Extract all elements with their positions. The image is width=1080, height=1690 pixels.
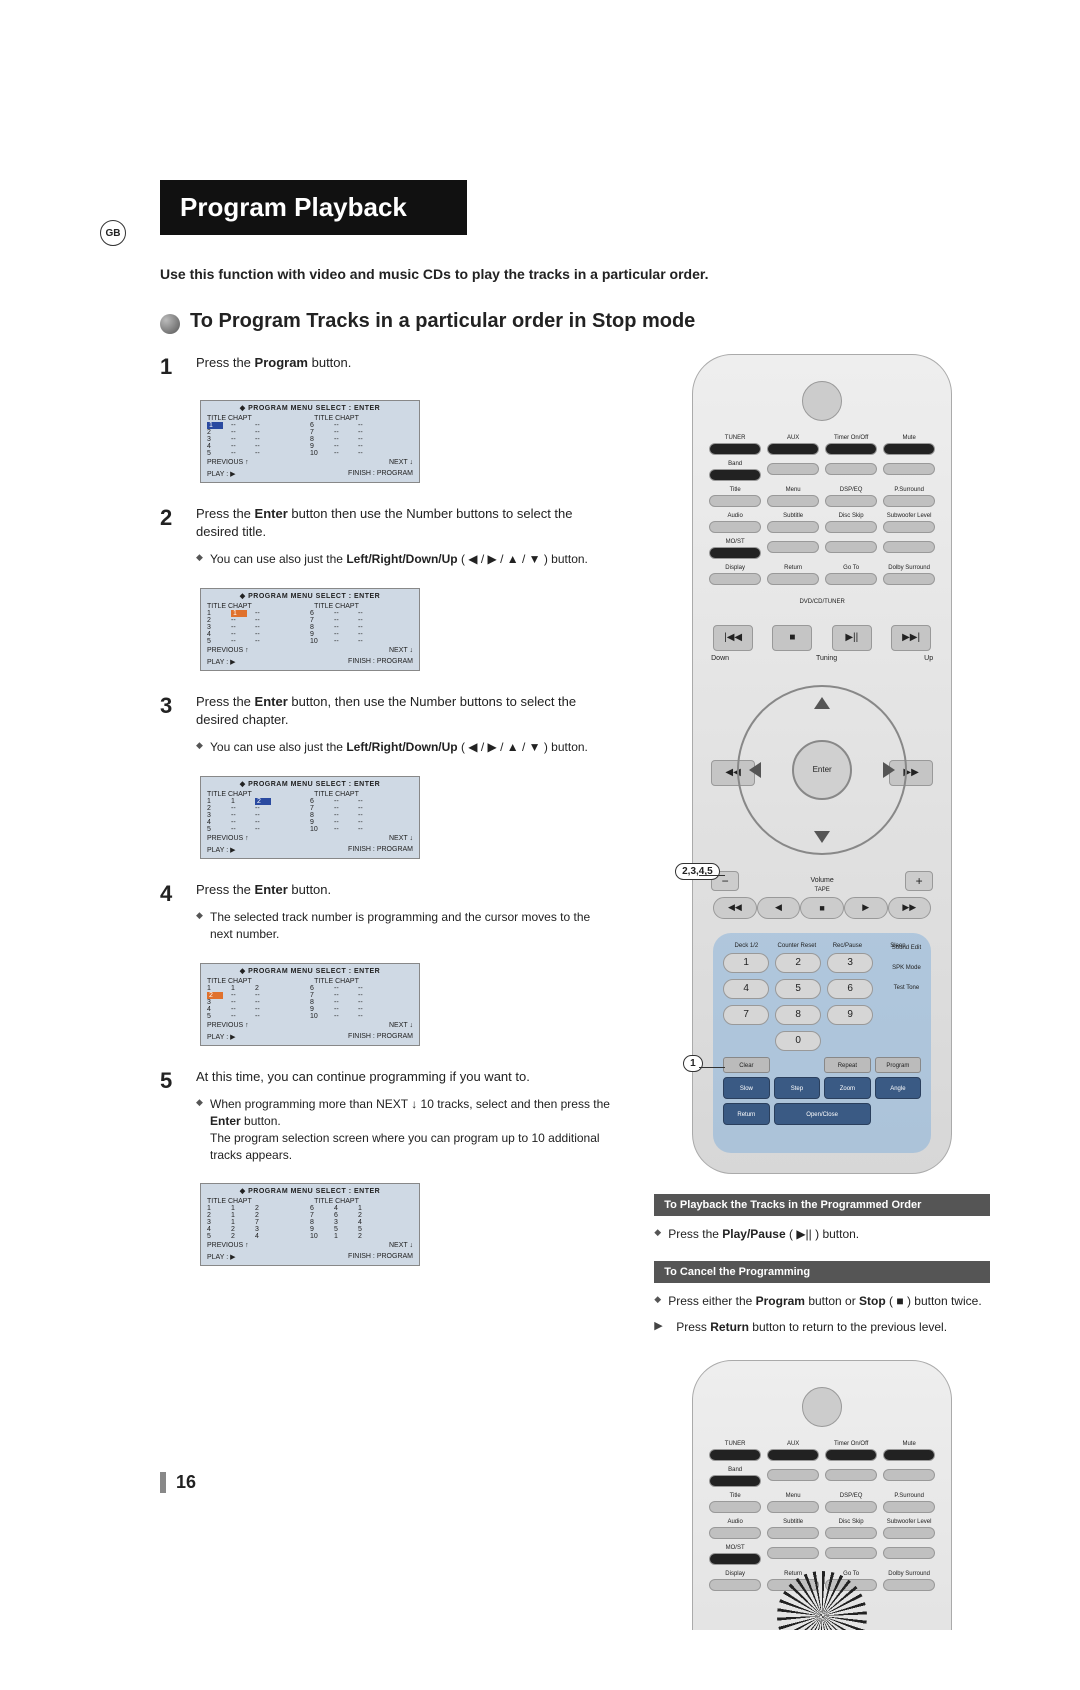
remote-button: Go To bbox=[825, 565, 877, 585]
remote-button: Disc Skip bbox=[825, 1519, 877, 1539]
remote-button: Return bbox=[767, 565, 819, 585]
steps-column: 1Press the Program button. ◆ PROGRAM MENU… bbox=[160, 354, 614, 1630]
remote-button: Menu bbox=[767, 1493, 819, 1513]
remote-button: Mute bbox=[883, 1441, 935, 1461]
remote-button bbox=[767, 539, 819, 559]
numpad-area: Deck 1/2Counter ResetRec/PauseSleep12345… bbox=[713, 933, 931, 1153]
power-button-icon bbox=[802, 381, 842, 421]
manual-page: GB Program Playback Use this function wi… bbox=[0, 0, 1080, 1690]
remote-button bbox=[883, 539, 935, 559]
return-instruction: Press Return button to return to the pre… bbox=[654, 1319, 990, 1336]
remote-button bbox=[883, 1467, 935, 1487]
callout-1: 1 bbox=[683, 1055, 703, 1072]
up-icon bbox=[814, 697, 830, 709]
section-heading: To Program Tracks in a particular order … bbox=[160, 310, 990, 334]
enter-button: Enter bbox=[792, 740, 852, 800]
page-number: 16 bbox=[160, 1472, 196, 1493]
step-5: 5At this time, you can continue programm… bbox=[160, 1068, 614, 1163]
remote-button bbox=[825, 461, 877, 481]
remote-button bbox=[767, 461, 819, 481]
callout-2: 2,3,4,5 bbox=[675, 863, 720, 880]
bullet-icon bbox=[160, 314, 180, 334]
step-4: 4Press the Enter button.The selected tra… bbox=[160, 881, 614, 943]
remote-button: Dolby Surround bbox=[883, 1571, 935, 1591]
remote-button: AUX bbox=[767, 1441, 819, 1461]
remote-button: Subtitle bbox=[767, 513, 819, 533]
remote-button bbox=[767, 1467, 819, 1487]
remote-button: MO/ST bbox=[709, 1545, 761, 1565]
remote-button: Subwoofer Level bbox=[883, 1519, 935, 1539]
program-menu-screenshot: ◆ PROGRAM MENU SELECT : ENTERTITLE CHAPT… bbox=[200, 588, 420, 671]
program-menu-screenshot: ◆ PROGRAM MENU SELECT : ENTERTITLE CHAPT… bbox=[200, 400, 420, 483]
remote-button: TUNER bbox=[709, 1441, 761, 1461]
remote-button: Disc Skip bbox=[825, 513, 877, 533]
step-1: 1Press the Program button. bbox=[160, 354, 614, 380]
remote-button bbox=[825, 539, 877, 559]
remote-button bbox=[825, 1545, 877, 1565]
left-icon bbox=[749, 762, 761, 778]
remote-button: MO/ST bbox=[709, 539, 761, 559]
remote-illustration: TUNER AUX Timer On/Off Mute Band Title Menu DSP… bbox=[692, 354, 952, 1174]
remote-button: Band bbox=[709, 1467, 761, 1487]
remote-button: Timer On/Off bbox=[825, 1441, 877, 1461]
remote-button bbox=[767, 1545, 819, 1565]
remote-button: Subwoofer Level bbox=[883, 513, 935, 533]
aux-column: TUNER AUX Timer On/Off Mute Band Title Menu DSP… bbox=[654, 354, 990, 1630]
remote-illustration-2: TUNER AUX Timer On/Off Mute Band Title Menu DSP… bbox=[692, 1360, 952, 1630]
playback-header: To Playback the Tracks in the Programmed… bbox=[654, 1194, 990, 1216]
program-menu-screenshot: ◆ PROGRAM MENU SELECT : ENTERTITLE CHAPT… bbox=[200, 776, 420, 859]
power-button-icon bbox=[802, 1387, 842, 1427]
tape-row: ◀◀◀■▶▶▶ bbox=[713, 897, 931, 919]
remote-button: DSP/EQ bbox=[825, 1493, 877, 1513]
remote-button: Title bbox=[709, 1493, 761, 1513]
program-menu-screenshot: ◆ PROGRAM MENU SELECT : ENTERTITLE CHAPT… bbox=[200, 1183, 420, 1266]
burst-icon bbox=[777, 1571, 867, 1630]
remote-button bbox=[883, 461, 935, 481]
region-badge: GB bbox=[100, 220, 126, 246]
remote-button: Audio bbox=[709, 1519, 761, 1539]
nav-pad: Enter bbox=[737, 685, 907, 855]
section-heading-text: To Program Tracks in a particular order … bbox=[190, 310, 695, 333]
remote-button: AUX bbox=[767, 435, 819, 455]
program-menu-screenshot: ◆ PROGRAM MENU SELECT : ENTERTITLE CHAPT… bbox=[200, 963, 420, 1046]
remote-button: Audio bbox=[709, 513, 761, 533]
down-icon bbox=[814, 831, 830, 843]
page-title: Program Playback bbox=[160, 180, 467, 235]
remote-button: P.Surround bbox=[883, 487, 935, 507]
remote-button bbox=[883, 1545, 935, 1565]
remote-button: Dolby Surround bbox=[883, 565, 935, 585]
remote-button: DSP/EQ bbox=[825, 487, 877, 507]
dvd-transport-row: |◀◀■▶||▶▶| bbox=[713, 625, 931, 651]
remote-illustration-2-wrap: TUNER AUX Timer On/Off Mute Band Title Menu DSP… bbox=[654, 1360, 990, 1630]
remote-top-buttons: TUNER AUX Timer On/Off Mute Band Title Menu DSP… bbox=[709, 435, 935, 585]
step-2: 2Press the Enter button then use the Num… bbox=[160, 505, 614, 568]
remote-button: P.Surround bbox=[883, 1493, 935, 1513]
remote-button: Display bbox=[709, 565, 761, 585]
remote-button: TUNER bbox=[709, 435, 761, 455]
remote-button: Subtitle bbox=[767, 1519, 819, 1539]
remote-button: Timer On/Off bbox=[825, 435, 877, 455]
remote-button: Menu bbox=[767, 487, 819, 507]
intro-text: Use this function with video and music C… bbox=[160, 265, 720, 284]
cancel-header: To Cancel the Programming bbox=[654, 1261, 990, 1283]
remote-button bbox=[825, 1467, 877, 1487]
cancel-instruction: Press either the Program button or Stop … bbox=[654, 1293, 990, 1310]
remote-button: Mute bbox=[883, 435, 935, 455]
number-pad: 1234567890 bbox=[723, 953, 873, 1051]
remote-button: Title bbox=[709, 487, 761, 507]
remote-button: Band bbox=[709, 461, 761, 481]
remote-button: Display bbox=[709, 1571, 761, 1591]
playback-instruction: Press the Play/Pause ( ▶|| ) button. bbox=[654, 1226, 990, 1243]
right-icon bbox=[883, 762, 895, 778]
step-3: 3Press the Enter button, then use the Nu… bbox=[160, 693, 614, 756]
